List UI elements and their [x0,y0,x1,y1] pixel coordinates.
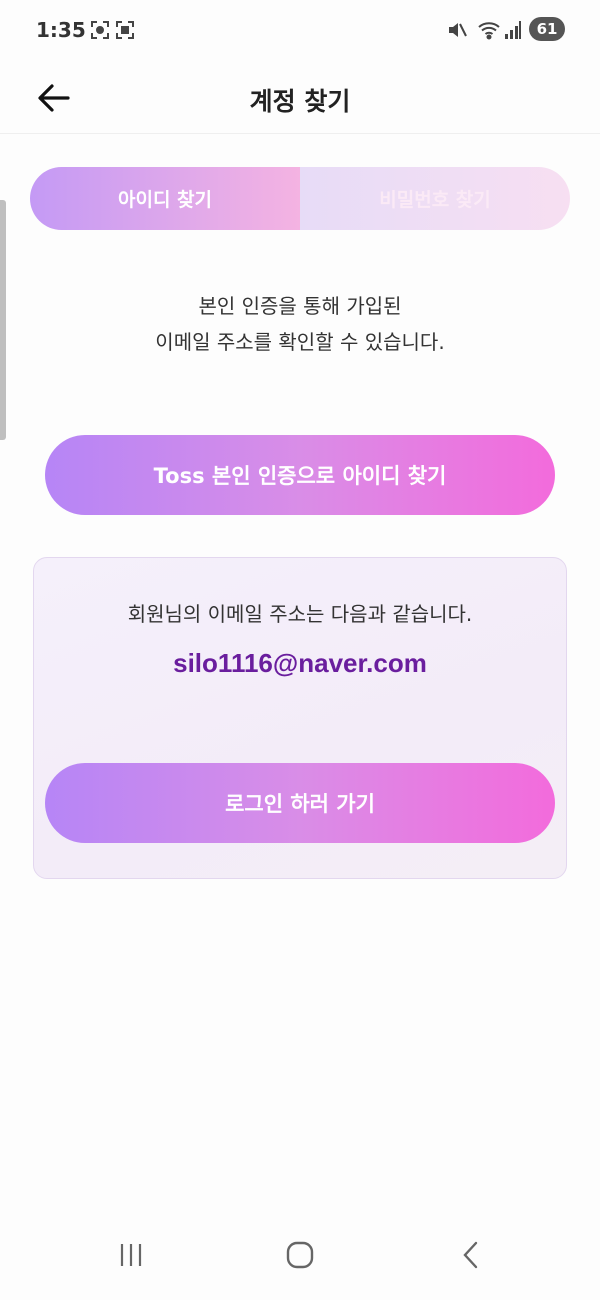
tab-find-password[interactable]: 비밀번호 찾기 [300,167,570,230]
signal-icon [505,21,521,39]
description-line-1: 본인 인증을 통해 가입된 [198,294,402,318]
system-nav-bar [0,1220,600,1300]
found-email: silo1116@naver.com [173,648,427,678]
description-text: 본인 인증을 통해 가입된 이메일 주소를 확인할 수 있습니다. [0,288,600,360]
result-message: 회원님의 이메일 주소는 다음과 같습니다. [127,602,473,626]
recents-icon[interactable] [116,1240,146,1270]
home-icon[interactable] [284,1240,316,1270]
description-line-2: 이메일 주소를 확인할 수 있습니다. [155,330,445,354]
page-title: 계정 찾기 [249,87,351,116]
tab-bar: 아이디 찾기 비밀번호 찾기 [30,167,570,230]
go-to-login-button[interactable]: 로그인 하러 가기 [45,763,555,843]
wifi-icon [478,22,500,40]
screen-capture-icon [91,21,109,39]
app-header: 계정 찾기 [0,62,600,134]
mute-icon [449,23,467,37]
tab-find-id[interactable]: 아이디 찾기 [30,167,300,230]
toss-verify-button[interactable]: Toss 본인 인증으로 아이디 찾기 [45,435,555,515]
status-bar: 1:35 61 [0,0,600,62]
account-recovery-screen: 1:35 61 계정 찾기 아이디 찾기 비밀번호 찾기 본인 인증을 통해 가… [0,0,600,1300]
battery-indicator: 61 [529,17,565,41]
nav-back-icon[interactable] [456,1240,486,1270]
screen-record-icon [116,21,134,39]
status-time: 1:35 [36,18,86,42]
